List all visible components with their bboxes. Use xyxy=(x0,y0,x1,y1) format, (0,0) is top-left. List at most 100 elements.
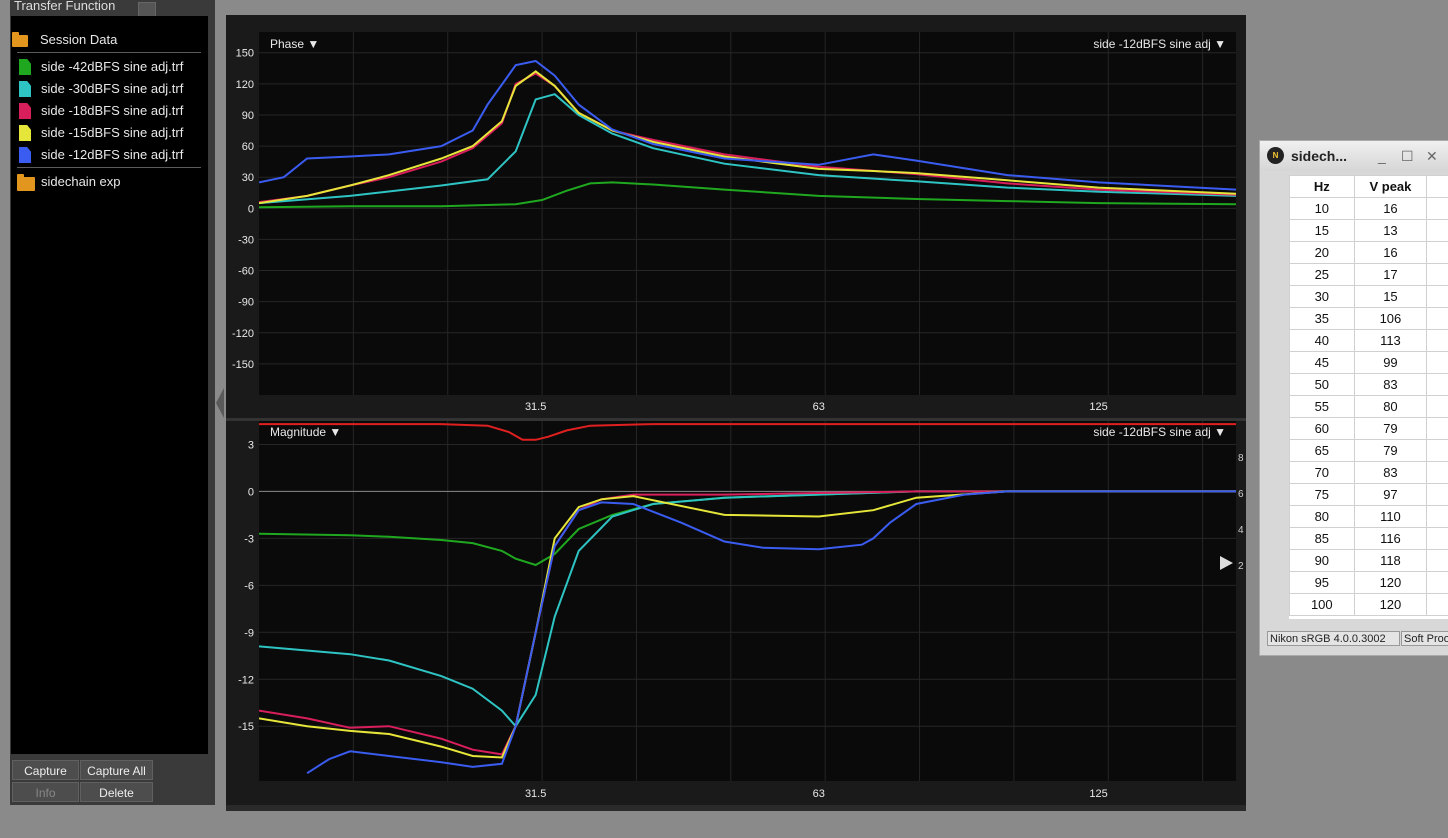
file-icon xyxy=(19,59,31,75)
cell-empty xyxy=(1426,483,1448,506)
magnitude-trace-selector[interactable]: side -12dBFS sine adj ▼ xyxy=(1093,425,1226,439)
table-row[interactable]: 25 17 xyxy=(1289,263,1448,286)
cell-vpeak[interactable]: 16 xyxy=(1353,241,1428,264)
cell-hz[interactable]: 90 xyxy=(1289,549,1355,572)
cell-hz[interactable]: 70 xyxy=(1289,461,1355,484)
file-item[interactable]: side -15dBFS sine adj.trf xyxy=(11,122,208,144)
cell-hz[interactable]: 25 xyxy=(1289,263,1355,286)
cell-empty xyxy=(1426,439,1448,462)
cell-vpeak[interactable]: 16 xyxy=(1353,197,1428,220)
y-tick-label: 30 xyxy=(242,172,254,184)
y-tick-label: 0 xyxy=(248,203,254,215)
cell-hz[interactable]: 40 xyxy=(1289,329,1355,352)
cell-vpeak[interactable]: 83 xyxy=(1353,373,1428,396)
cell-vpeak[interactable]: 120 xyxy=(1353,571,1428,594)
file-icon xyxy=(19,103,31,119)
cell-vpeak[interactable]: 99 xyxy=(1353,351,1428,374)
phase-trace-selector[interactable]: side -12dBFS sine adj ▼ xyxy=(1093,37,1226,51)
table-row[interactable]: 100 120 xyxy=(1289,593,1448,616)
table-row[interactable]: 40 113 xyxy=(1289,329,1448,352)
panel-divider[interactable] xyxy=(226,418,1246,421)
magnitude-selector[interactable]: Magnitude ▼ xyxy=(270,425,341,439)
cell-vpeak[interactable]: 15 xyxy=(1353,285,1428,308)
column-header-vpeak[interactable]: V peak xyxy=(1353,175,1428,198)
cell-vpeak[interactable]: 113 xyxy=(1353,329,1428,352)
cell-vpeak[interactable]: 80 xyxy=(1353,395,1428,418)
cell-vpeak[interactable]: 13 xyxy=(1353,219,1428,242)
cell-vpeak[interactable]: 97 xyxy=(1353,483,1428,506)
cell-empty xyxy=(1426,461,1448,484)
table-row[interactable]: 30 15 xyxy=(1289,285,1448,308)
sidechain-exp-label: sidechain exp xyxy=(41,174,121,189)
table-row[interactable]: 10 16 xyxy=(1289,197,1448,220)
soft-proof-status[interactable]: Soft Proo xyxy=(1401,631,1448,646)
cell-hz[interactable]: 30 xyxy=(1289,285,1355,308)
cell-hz[interactable]: 45 xyxy=(1289,351,1355,374)
charts-svg: 1501209060300-30-60-90-120-150 31.5 63 125… xyxy=(226,32,1246,800)
cell-vpeak[interactable]: 120 xyxy=(1353,593,1428,616)
cell-vpeak[interactable]: 79 xyxy=(1353,439,1428,462)
file-label: side -42dBFS sine adj.trf xyxy=(41,59,184,74)
cell-hz[interactable]: 100 xyxy=(1289,593,1355,616)
table-row[interactable]: 65 79 xyxy=(1289,439,1448,462)
table-row[interactable]: 70 83 xyxy=(1289,461,1448,484)
info-button[interactable]: Info xyxy=(12,782,79,802)
table-row[interactable]: 45 99 xyxy=(1289,351,1448,374)
cell-vpeak[interactable]: 17 xyxy=(1353,263,1428,286)
cell-hz[interactable]: 10 xyxy=(1289,197,1355,220)
table-row[interactable]: 90 118 xyxy=(1289,549,1448,572)
color-profile-status[interactable]: Nikon sRGB 4.0.0.3002 xyxy=(1267,631,1400,646)
panel-collapse-handle[interactable] xyxy=(216,388,224,418)
cell-vpeak[interactable]: 106 xyxy=(1353,307,1428,330)
delete-button[interactable]: Delete xyxy=(80,782,153,802)
y-tick-label: 3 xyxy=(248,439,254,451)
table-row[interactable]: 35 106 xyxy=(1289,307,1448,330)
capture-all-button[interactable]: Capture All xyxy=(80,760,153,780)
cell-empty xyxy=(1426,241,1448,264)
cell-hz[interactable]: 35 xyxy=(1289,307,1355,330)
file-item[interactable]: side -42dBFS sine adj.trf xyxy=(11,56,208,78)
cell-hz[interactable]: 15 xyxy=(1289,219,1355,242)
table-row[interactable]: 15 13 xyxy=(1289,219,1448,242)
x-tick-label: 31.5 xyxy=(525,401,546,413)
session-data-folder[interactable]: Session Data xyxy=(11,29,208,51)
file-item[interactable]: side -30dBFS sine adj.trf xyxy=(11,78,208,100)
cell-vpeak[interactable]: 83 xyxy=(1353,461,1428,484)
table-row[interactable]: 20 16 xyxy=(1289,241,1448,264)
y-tick-label: -6 xyxy=(244,580,254,592)
close-icon[interactable]: ✕ xyxy=(1426,148,1438,165)
cell-empty xyxy=(1426,197,1448,220)
file-item[interactable]: side -18dBFS sine adj.trf xyxy=(11,100,208,122)
cell-hz[interactable]: 80 xyxy=(1289,505,1355,528)
sidechain-window: N sidech... _ ☐ ✕ Hz V peak 10 16 15 13 20 16… xyxy=(1259,140,1448,656)
y-tick-label: -150 xyxy=(232,359,254,371)
sidechain-exp-folder[interactable]: sidechain exp xyxy=(11,171,208,193)
file-item[interactable]: side -12dBFS sine adj.trf xyxy=(11,144,208,166)
cell-vpeak[interactable]: 116 xyxy=(1353,527,1428,550)
cell-hz[interactable]: 95 xyxy=(1289,571,1355,594)
table-row[interactable]: 80 110 xyxy=(1289,505,1448,528)
window-titlebar[interactable]: N sidech... _ ☐ ✕ xyxy=(1260,141,1448,171)
cell-hz[interactable]: 60 xyxy=(1289,417,1355,440)
cell-hz[interactable]: 50 xyxy=(1289,373,1355,396)
maximize-icon[interactable]: ☐ xyxy=(1401,148,1414,165)
minimize-icon[interactable]: _ xyxy=(1378,148,1386,164)
table-row[interactable]: 85 116 xyxy=(1289,527,1448,550)
table-row[interactable]: 75 97 xyxy=(1289,483,1448,506)
capture-button[interactable]: Capture xyxy=(12,760,79,780)
cell-hz[interactable]: 65 xyxy=(1289,439,1355,462)
table-row[interactable]: 50 83 xyxy=(1289,373,1448,396)
table-row[interactable]: 55 80 xyxy=(1289,395,1448,418)
cell-vpeak[interactable]: 79 xyxy=(1353,417,1428,440)
table-row[interactable]: 60 79 xyxy=(1289,417,1448,440)
cell-hz[interactable]: 20 xyxy=(1289,241,1355,264)
cell-hz[interactable]: 75 xyxy=(1289,483,1355,506)
cell-vpeak[interactable]: 118 xyxy=(1353,549,1428,572)
cell-hz[interactable]: 55 xyxy=(1289,395,1355,418)
phase-selector[interactable]: Phase ▼ xyxy=(270,37,319,51)
cell-vpeak[interactable]: 110 xyxy=(1353,505,1428,528)
cell-hz[interactable]: 85 xyxy=(1289,527,1355,550)
y-tick-label: 0 xyxy=(248,486,254,498)
table-row[interactable]: 95 120 xyxy=(1289,571,1448,594)
column-header-hz[interactable]: Hz xyxy=(1289,175,1355,198)
